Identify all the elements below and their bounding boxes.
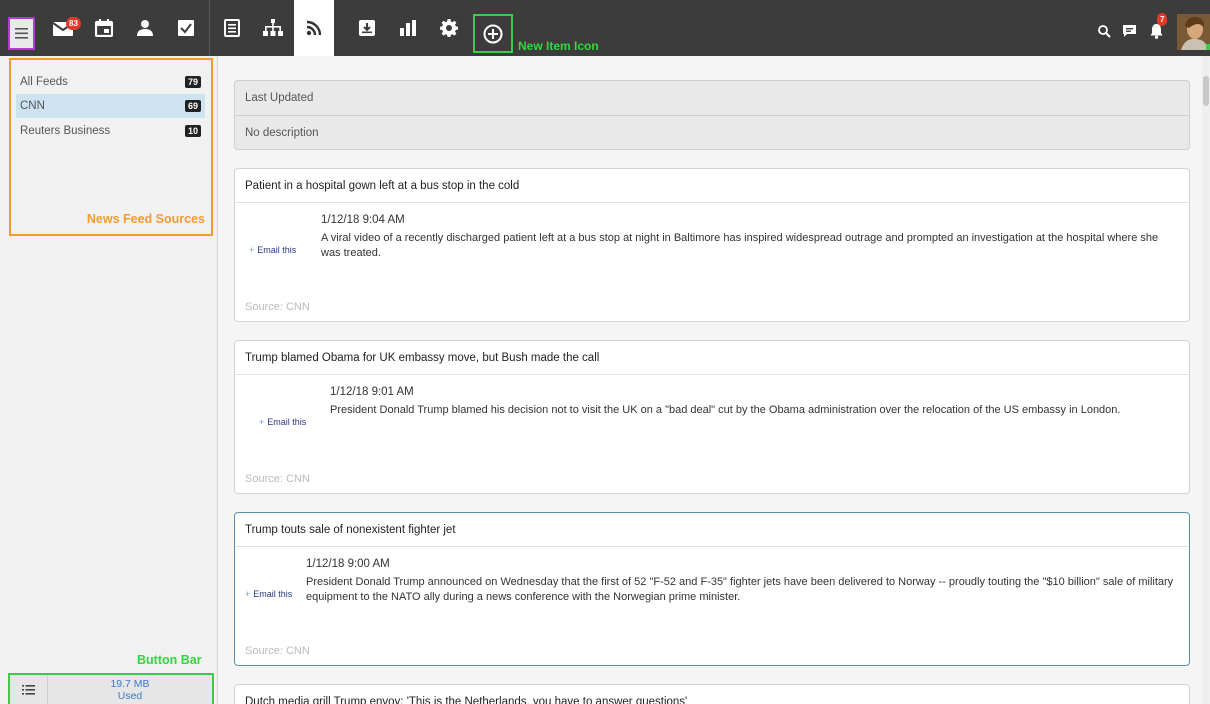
new-item-annotation: New Item Icon — [518, 39, 599, 53]
article-date: 1/12/18 9:01 AM — [330, 386, 414, 398]
article-title[interactable]: Dutch media grill Trump envoy: 'This is … — [235, 685, 1189, 704]
storage-value: 19.7 MB — [110, 678, 150, 690]
plus-icon: + — [249, 245, 255, 255]
email-this-label: Email this — [253, 589, 293, 599]
feed-count-badge: 69 — [184, 100, 201, 112]
search-icon — [1097, 24, 1111, 38]
calendar-icon — [95, 19, 113, 37]
inbox-button[interactable] — [347, 0, 387, 56]
reports-button[interactable] — [388, 0, 428, 56]
feed-count-badge: 10 — [184, 125, 201, 137]
feed-sources-annotation: News Feed Sources — [86, 212, 205, 226]
sitemap-icon — [263, 19, 283, 36]
inbox-download-icon — [359, 20, 375, 36]
article-card: Trump blamed Obama for UK embassy move, … — [234, 340, 1190, 494]
calendar-button[interactable] — [84, 0, 124, 56]
rss-icon — [306, 20, 322, 36]
chat-button[interactable] — [1118, 16, 1140, 46]
person-icon — [137, 20, 153, 36]
menu-button[interactable] — [8, 17, 35, 50]
scrollbar-thumb[interactable] — [1203, 76, 1209, 106]
article-source: Source: CNN — [245, 301, 310, 313]
feed-count-badge: 79 — [184, 76, 201, 88]
article-card-selected: Trump touts sale of nonexistent fighter … — [234, 512, 1190, 666]
feed-label: All Feeds — [20, 76, 68, 88]
sidebar: All Feeds 79 CNN 69 Reuters Business 10 … — [0, 56, 218, 704]
new-item-button[interactable] — [473, 14, 513, 53]
plus-circle-icon — [483, 24, 503, 43]
mail-button[interactable]: 83 — [43, 0, 83, 56]
article-text: President Donald Trump announced on Wedn… — [306, 576, 1174, 603]
feed-label: Reuters Business — [20, 125, 111, 137]
notifications-button[interactable]: 7 — [1145, 13, 1168, 46]
top-toolbar: 83 New Item Icon 7 — [0, 0, 1210, 56]
last-updated: Last Updated — [245, 92, 314, 104]
plus-icon: + — [245, 589, 251, 599]
email-this-label: Email this — [267, 417, 307, 427]
feed-description: No description — [235, 115, 1189, 149]
article-body: 1/12/18 9:01 AM President Donald Trump b… — [235, 375, 1189, 493]
button-bar: 19.7 MB Used — [8, 673, 214, 704]
bar-chart-icon — [400, 20, 416, 36]
chat-icon — [1122, 25, 1136, 37]
article-title[interactable]: Patient in a hospital gown left at a bus… — [235, 169, 1189, 203]
plus-icon: + — [259, 417, 265, 427]
user-avatar[interactable] — [1177, 14, 1210, 50]
contacts-button[interactable] — [125, 0, 165, 56]
article-text: A viral video of a recently discharged p… — [321, 232, 1159, 259]
article-source: Source: CNN — [245, 473, 310, 485]
notes-button[interactable] — [212, 0, 252, 56]
article-source: Source: CNN — [245, 645, 310, 657]
search-button[interactable] — [1093, 16, 1115, 46]
gear-icon — [440, 19, 458, 37]
notifications-badge: 7 — [1157, 13, 1168, 26]
feed-item-all-feeds[interactable]: All Feeds 79 — [16, 70, 205, 94]
feed-item-reuters-business[interactable]: Reuters Business 10 — [16, 119, 205, 143]
article-date: 1/12/18 9:04 AM — [321, 214, 405, 226]
feed-label: CNN — [20, 100, 45, 112]
notes-icon — [224, 19, 240, 37]
storage-usage: 19.7 MB Used — [48, 675, 212, 704]
settings-button[interactable] — [429, 0, 469, 56]
avatar-image — [1177, 14, 1210, 50]
hamburger-icon — [15, 28, 28, 39]
feed-sources-panel: All Feeds 79 CNN 69 Reuters Business 10 … — [9, 58, 213, 236]
article-card: Patient in a hospital gown left at a bus… — [234, 168, 1190, 322]
checkbox-icon — [178, 20, 194, 36]
feed-info-panel: Last Updated No description — [234, 80, 1190, 150]
article-title[interactable]: Trump touts sale of nonexistent fighter … — [235, 513, 1189, 547]
tasks-button[interactable] — [166, 0, 206, 56]
org-chart-button[interactable] — [253, 0, 293, 56]
email-this-link[interactable]: + Email this — [259, 417, 306, 427]
article-date: 1/12/18 9:00 AM — [306, 558, 390, 570]
article-title[interactable]: Trump blamed Obama for UK embassy move, … — [235, 341, 1189, 375]
email-this-label: Email this — [257, 245, 297, 255]
toolbar-divider — [209, 0, 210, 56]
storage-unit: Used — [117, 690, 143, 702]
list-icon — [22, 684, 35, 695]
article-body: 1/12/18 9:04 AM A viral video of a recen… — [235, 203, 1189, 321]
vertical-scrollbar[interactable] — [1202, 56, 1210, 704]
feed-item-cnn[interactable]: CNN 69 — [16, 94, 205, 118]
rss-feeds-button[interactable] — [294, 0, 334, 56]
email-this-link[interactable]: + Email this — [245, 589, 292, 599]
article-text: President Donald Trump blamed his decisi… — [330, 404, 1121, 416]
feed-content: Last Updated No description Patient in a… — [218, 56, 1210, 704]
email-this-link[interactable]: + Email this — [249, 245, 296, 255]
list-view-button[interactable] — [10, 675, 48, 704]
article-card: Dutch media grill Trump envoy: 'This is … — [234, 684, 1190, 704]
article-body: 1/12/18 9:00 AM President Donald Trump a… — [235, 547, 1189, 665]
button-bar-annotation: Button Bar — [137, 653, 202, 667]
mail-badge: 83 — [66, 17, 81, 30]
